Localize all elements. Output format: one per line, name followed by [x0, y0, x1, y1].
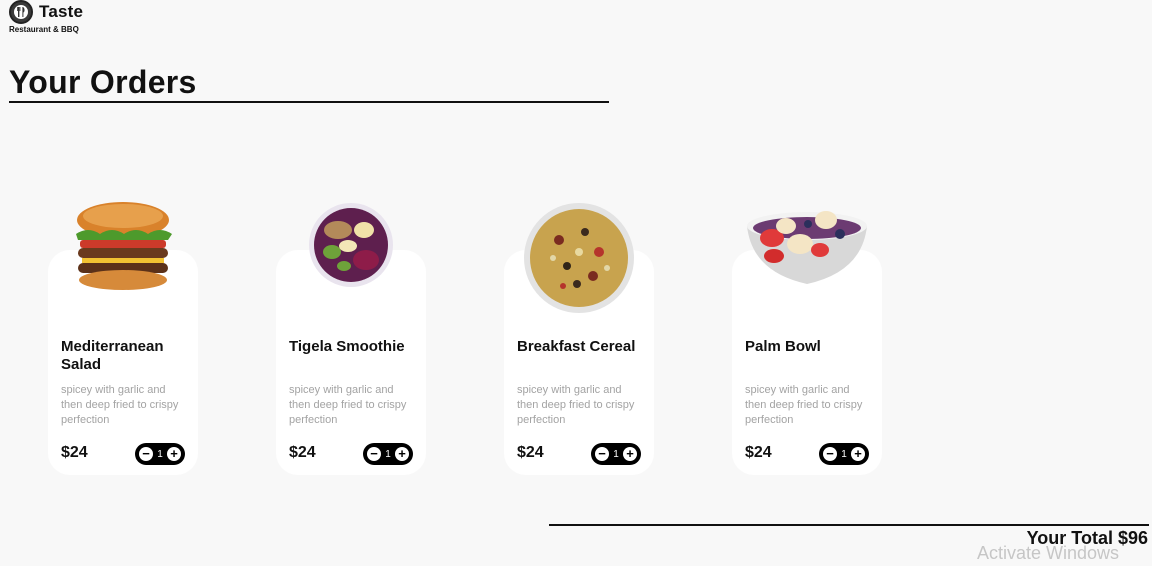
increase-button[interactable]: +	[851, 447, 865, 461]
orders-page: Taste Restaurant & BBQ Your Orders Medit…	[0, 0, 1152, 566]
decrease-button[interactable]: −	[139, 447, 153, 461]
item-price: $24	[289, 444, 316, 461]
brand-name: Taste	[39, 2, 84, 21]
page-title: Your Orders	[9, 64, 197, 100]
order-card: Breakfast Cereal spicey with garlic and …	[504, 203, 654, 475]
brand-logo[interactable]: Taste Restaurant & BBQ	[9, 0, 83, 34]
item-description: spicey with garlic and then deep fried t…	[745, 384, 863, 426]
decrease-button[interactable]: −	[595, 447, 609, 461]
quantity-value: 1	[613, 448, 619, 460]
quantity-stepper: − 1 +	[819, 443, 869, 465]
decrease-button[interactable]: −	[367, 447, 381, 461]
item-name: Tigela Smoothie	[289, 338, 405, 355]
cereal-bowl-image	[523, 202, 635, 319]
order-list: Mediterranean Salad spicey with garlic a…	[48, 200, 908, 480]
item-name: Mediterranean Salad	[61, 338, 164, 373]
increase-button[interactable]: +	[395, 447, 409, 461]
order-card: Mediterranean Salad spicey with garlic a…	[48, 202, 198, 475]
brand-tagline: Restaurant & BBQ	[9, 25, 79, 34]
quantity-stepper: − 1 +	[363, 443, 413, 465]
increase-button[interactable]: +	[167, 447, 181, 461]
total-divider	[549, 524, 1149, 526]
item-price: $24	[517, 444, 544, 461]
quantity-value: 1	[157, 448, 163, 460]
quantity-stepper: − 1 +	[135, 443, 185, 465]
item-description: spicey with garlic and then deep fried t…	[61, 384, 179, 426]
item-name: Palm Bowl	[745, 338, 821, 355]
title-divider	[9, 101, 609, 103]
smoothie-bowl-image	[306, 200, 396, 295]
order-card: Tigela Smoothie spicey with garlic and t…	[276, 203, 426, 475]
activation-watermark: Activate Windows	[977, 543, 1120, 563]
order-card: Palm Bowl spicey with garlic and then de…	[732, 211, 882, 475]
item-price: $24	[745, 444, 772, 461]
decrease-button[interactable]: −	[823, 447, 837, 461]
quantity-value: 1	[841, 448, 847, 460]
fruit-bowl-image	[744, 204, 870, 291]
item-description: spicey with garlic and then deep fried t…	[517, 384, 635, 426]
item-description: spicey with garlic and then deep fried t…	[289, 384, 407, 426]
quantity-value: 1	[385, 448, 391, 460]
fork-knife-icon	[9, 0, 33, 24]
increase-button[interactable]: +	[623, 447, 637, 461]
item-price: $24	[61, 444, 88, 461]
item-name: Breakfast Cereal	[517, 338, 636, 355]
burger-image	[68, 200, 178, 297]
quantity-stepper: − 1 +	[591, 443, 641, 465]
